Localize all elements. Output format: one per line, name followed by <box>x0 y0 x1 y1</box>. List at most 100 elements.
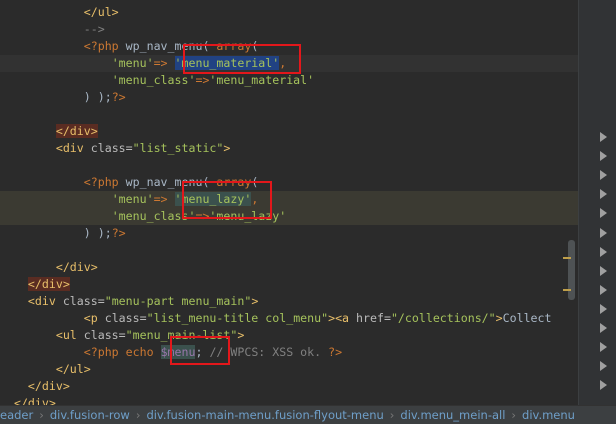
code-token: <?php <box>83 345 126 359</box>
code-token: echo <box>125 345 161 359</box>
code-token: </ul> <box>83 5 119 19</box>
code-token: ) ); <box>83 226 112 240</box>
code-line[interactable]: <div class="menu-part menu_main"> <box>0 293 578 310</box>
breadcrumb-separator-icon: › <box>39 408 44 422</box>
code-line[interactable]: <?php echo $menu; // WPCS: XSS ok. ?> <box>0 344 578 361</box>
code-token: => <box>153 56 168 70</box>
code-token: </ul> <box>55 362 91 376</box>
code-line[interactable]: 'menu'=> 'menu_lazy', <box>0 191 578 208</box>
fold-arrow-icon[interactable] <box>600 208 607 218</box>
code-token: "list_static" <box>132 141 224 155</box>
code-token: <a <box>335 311 357 325</box>
code-token: href= <box>356 311 391 325</box>
code-token: => <box>153 192 168 206</box>
code-line[interactable]: </div> <box>0 259 578 276</box>
code-token: <div <box>55 141 91 155</box>
code-line[interactable]: <?php wp_nav_menu( array( <box>0 174 578 191</box>
code-line[interactable] <box>0 242 578 259</box>
code-line[interactable]: 'menu_class'=>'menu_lazy' <box>0 208 578 225</box>
breadcrumb-item[interactable]: div.fusion-row <box>50 408 130 422</box>
code-token: class= <box>83 328 126 342</box>
breadcrumb-item[interactable]: div.fusion-main-menu.fusion-flyout-menu <box>146 408 383 422</box>
breadcrumb-separator-icon: › <box>389 408 395 422</box>
code-token: ?> <box>111 90 126 104</box>
code-token: Collect <box>502 311 552 325</box>
code-token: "/collections/" <box>390 311 496 325</box>
code-line[interactable]: ) );?> <box>0 89 578 106</box>
code-line[interactable]: </div> <box>0 395 578 405</box>
breadcrumb-separator-icon: › <box>135 408 141 422</box>
code-token: 'menu' <box>111 56 154 70</box>
highlight-box-menu-var <box>170 336 230 365</box>
code-token: <div <box>27 294 63 308</box>
warning-marker[interactable] <box>563 289 571 291</box>
breadcrumb-separator-icon: › <box>511 408 517 422</box>
code-line[interactable]: ) );?> <box>0 225 578 242</box>
code-line[interactable]: <p class="list_menu-title col_menu" > <a h… <box>0 310 578 327</box>
fold-arrow-icon[interactable] <box>600 361 607 371</box>
code-token: <?php <box>83 175 126 189</box>
vertical-scrollbar[interactable] <box>568 240 575 300</box>
code-line[interactable] <box>0 157 578 174</box>
code-line[interactable]: </div> <box>0 276 578 293</box>
code-token: <ul <box>55 328 84 342</box>
code-line[interactable]: --> <box>0 21 578 38</box>
fold-arrow-icon[interactable] <box>600 189 607 199</box>
code-line[interactable]: </ul> <box>0 361 578 378</box>
fold-arrow-icon[interactable] <box>600 342 607 352</box>
code-token: => <box>195 73 210 87</box>
code-token: "list_menu-title col_menu" <box>146 311 329 325</box>
code-token: "menu-part menu_main" <box>104 294 252 308</box>
breadcrumb-item[interactable]: div.menu_mein-all <box>400 408 505 422</box>
code-line[interactable]: 'menu_class'=>'menu_material' <box>0 72 578 89</box>
fold-arrow-icon[interactable] <box>600 247 607 257</box>
fold-arrow-icon[interactable] <box>600 266 607 276</box>
code-line[interactable]: <div class="list_static"> <box>0 140 578 157</box>
code-token: </div> <box>27 379 70 393</box>
code-line[interactable]: </div> <box>0 123 578 140</box>
fold-arrow-icon[interactable] <box>600 380 607 390</box>
breadcrumb-item[interactable]: div.menu <box>522 408 575 422</box>
fold-arrow-icon[interactable] <box>600 323 607 333</box>
fold-arrow-icon[interactable] <box>600 228 607 238</box>
fold-arrow-icon[interactable] <box>600 285 607 295</box>
code-line[interactable]: </ul> <box>0 4 578 21</box>
code-line[interactable]: </div> <box>0 378 578 395</box>
code-token: </div> <box>27 277 70 291</box>
code-line[interactable]: <ul class="menu_main-list"> <box>0 327 578 344</box>
warning-marker[interactable] <box>563 257 571 259</box>
fold-arrow-icon[interactable] <box>600 304 607 314</box>
breadcrumb-item[interactable]: eader <box>0 408 33 422</box>
code-token: <p <box>83 311 105 325</box>
code-token: ) ); <box>83 90 112 104</box>
code-token: 'menu_material' <box>209 73 315 87</box>
code-token: class= <box>104 311 147 325</box>
fold-arrow-icon[interactable] <box>600 151 607 161</box>
gutter-right <box>578 0 616 405</box>
highlight-box-menu-material <box>183 44 301 74</box>
code-token: > <box>237 328 245 342</box>
fold-arrow-icon[interactable] <box>600 170 607 180</box>
code-line[interactable] <box>0 106 578 123</box>
code-token: 'menu' <box>111 192 154 206</box>
fold-arrow-icon[interactable] <box>600 132 607 142</box>
